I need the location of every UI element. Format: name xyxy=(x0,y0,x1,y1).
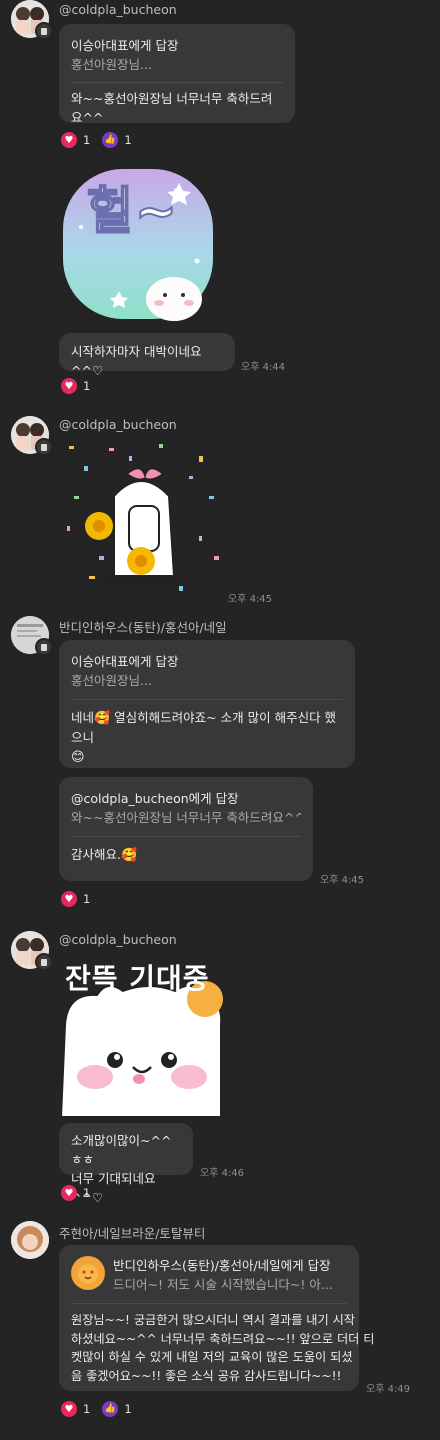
reaction-count: 1 xyxy=(124,133,132,147)
reaction-bar[interactable]: ♥ 1 xyxy=(61,1185,96,1201)
avatar[interactable] xyxy=(11,1221,49,1259)
message-text-line: 하셨네요~~^^ 너무너무 축하드려요~~!! 앞으로 더더 티 xyxy=(71,1331,375,1346)
sender-name[interactable]: @coldpla_bucheon xyxy=(59,932,177,947)
message-text: 와~~홍선아원장님 너무너무 축하드려요^^ xyxy=(71,91,273,125)
reply-quote: 홍선아원장님... xyxy=(71,57,152,72)
emoji-smiling-hearts: 🥰 xyxy=(94,711,111,726)
reaction-count: 1 xyxy=(83,1186,91,1200)
reaction-bar[interactable]: ♥ 1 xyxy=(61,378,96,394)
message-text-line: 음 좋겠어요~~!! 좋은 소식 공유 감사드립니다~~!! xyxy=(71,1368,342,1383)
message-text-part: 네네 xyxy=(71,710,95,725)
reply-quote: 드디어~! 저도 시술 시작했습니다~! 아... xyxy=(113,1277,333,1292)
sender-name[interactable]: 주현아/네일브라운/토탈뷰티 xyxy=(59,1223,205,1242)
message-text-line: 원장님~~! 궁금한거 많으시더니 역시 결과를 내기 시작 xyxy=(71,1313,356,1327)
message-bubble[interactable]: 시작하자마자 대박이네요^^♡ xyxy=(59,333,235,378)
divider xyxy=(71,836,301,837)
message-text-part: 열심히해드려야죠~ 소개 많이 해주신다 했으니 xyxy=(71,710,337,745)
timestamp: 오후 4:44 xyxy=(241,362,286,373)
sticker-text: 헐~ xyxy=(86,181,179,241)
thumbs-up-icon[interactable]: 👍 xyxy=(102,1401,119,1417)
sticker-text: 잔뜩 기대중 xyxy=(65,962,210,995)
message-text: 원장님~~! 궁금한거 많으시더니 역시 결과를 내기 시작 하셨네요~~^^ … xyxy=(71,1311,375,1385)
sticker-image[interactable]: 헐~ xyxy=(59,163,219,323)
kakao-badge-icon xyxy=(35,438,53,456)
sender-name[interactable]: @coldpla_bucheon xyxy=(59,417,177,432)
reply-quote: 홍선아원장님... xyxy=(71,673,152,688)
message-bubble[interactable]: @coldpla_bucheon에게 답장 와~~홍선아원장님 너무너무 축하드… xyxy=(59,777,313,881)
reaction-count: 1 xyxy=(83,892,91,906)
message-text-part: 감사해요. xyxy=(71,847,121,862)
message-text: 소개많이많이~^^ㅎㅎ xyxy=(71,1133,172,1167)
emoji-smile: 😊 xyxy=(71,750,85,765)
kakao-badge-icon xyxy=(35,22,53,40)
heart-icon[interactable]: ♥ xyxy=(61,1401,77,1417)
timestamp: 오후 4:49 xyxy=(366,1384,411,1395)
kakao-badge-icon xyxy=(35,638,53,656)
heart-icon[interactable]: ♥ xyxy=(61,132,77,148)
message-bubble[interactable]: 이승아대표에게 답장 홍선아원장님... 와~~홍선아원장님 너무너무 축하드려… xyxy=(59,24,295,125)
divider xyxy=(71,1303,347,1304)
message-bubble[interactable]: 반디인하우스(동탄)/홍선아/네일에게 답장 드디어~! 저도 시술 시작했습니… xyxy=(59,1245,375,1391)
reaction-bar[interactable]: ♥ 1 👍 1 xyxy=(61,1401,138,1417)
message-text: 감사해요.🥰 xyxy=(71,845,301,865)
emoji-smiling-hearts: 🥰 xyxy=(120,848,138,863)
reaction-bar[interactable]: ♥ 1 xyxy=(61,891,96,907)
reply-header: 반디인하우스(동탄)/홍선아/네일에게 답장 드디어~! 저도 시술 시작했습니… xyxy=(71,1256,347,1294)
message-text-line: 켓많이 하실 수 있게 내일 저의 교육이 많은 도움이 되셨 xyxy=(71,1350,353,1364)
reaction-count: 1 xyxy=(83,1402,91,1416)
sender-name[interactable]: 반디인하우스(동탄)/홍선아/네일 xyxy=(59,617,227,636)
timestamp: 오후 4:45 xyxy=(228,594,273,605)
reply-to-label: 반디인하우스(동탄)/홍선아/네일에게 답장 xyxy=(113,1258,331,1273)
thumbs-up-icon[interactable]: 👍 xyxy=(102,132,119,148)
reaction-count: 1 xyxy=(124,1402,132,1416)
divider xyxy=(71,699,343,700)
heart-icon[interactable]: ♥ xyxy=(61,1185,77,1201)
heart-icon[interactable]: ♥ xyxy=(61,378,77,394)
kakao-badge-icon xyxy=(35,953,53,971)
reaction-bar[interactable]: ♥ 1 👍 1 xyxy=(61,132,138,148)
sender-name[interactable]: @coldpla_bucheon xyxy=(59,2,177,17)
reply-to-label: 이승아대표에게 답장 xyxy=(71,654,179,669)
message-text: 시작하자마자 대박이네요^^♡ xyxy=(71,344,202,378)
heart-icon[interactable]: ♥ xyxy=(61,891,77,907)
timestamp: 오후 4:45 xyxy=(320,875,365,886)
reaction-count: 1 xyxy=(83,379,91,393)
reply-avatar xyxy=(71,1256,105,1290)
reply-quote: 와~~홍선아원장님 너무너무 축하드려요^^ xyxy=(71,810,301,825)
divider xyxy=(71,82,283,83)
message-text: 네네🥰 열심히해드려야죠~ 소개 많이 해주신다 했으니 😊 xyxy=(71,708,343,767)
reply-to-label: @coldpla_bucheon에게 답장 xyxy=(71,791,239,806)
sticker-image[interactable] xyxy=(59,436,224,601)
reply-to-label: 이승아대표에게 답장 xyxy=(71,38,179,53)
message-bubble[interactable]: 소개많이많이~^^ㅎㅎ 너무 기대되네요^^♡ xyxy=(59,1123,193,1205)
sticker-image[interactable]: 잔뜩 기대중 xyxy=(59,955,224,1118)
reaction-count: 1 xyxy=(83,133,91,147)
timestamp: 오후 4:46 xyxy=(200,1168,245,1179)
message-bubble[interactable]: 이승아대표에게 답장 홍선아원장님... 네네🥰 열심히해드려야죠~ 소개 많이… xyxy=(59,640,355,768)
